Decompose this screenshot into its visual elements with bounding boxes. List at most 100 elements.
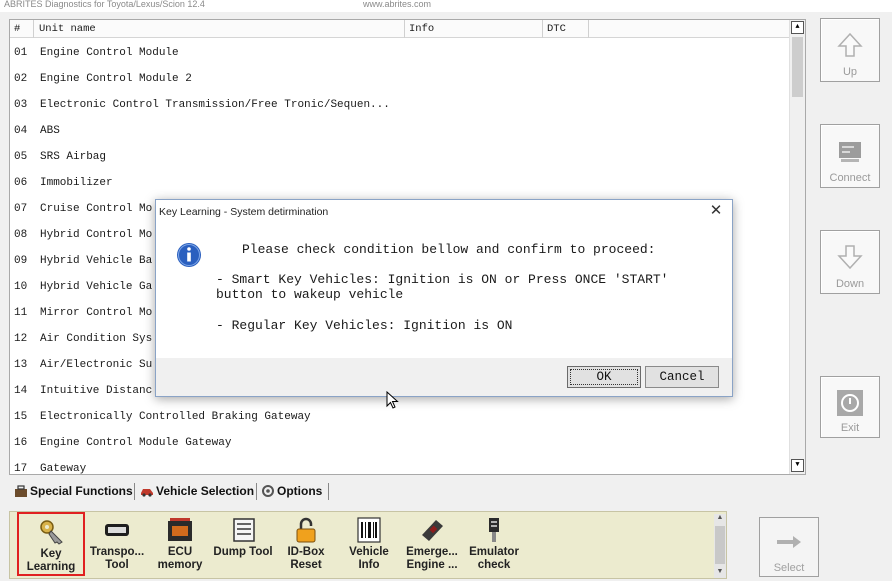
barcode-icon [357, 517, 381, 543]
row-unit-name: Immobilizer [40, 177, 113, 189]
row-number: 17 [14, 463, 28, 475]
row-number: 14 [14, 385, 28, 397]
exit-button[interactable]: Exit [820, 376, 880, 438]
up-button[interactable]: Up [820, 18, 880, 82]
window-title: ABRITES Diagnostics for Toyota/Lexus/Sci… [4, 0, 205, 9]
special-functions-toolbar: Key Learning Transpo... Tool ECU memory … [9, 511, 727, 579]
scroll-down-arrow-icon[interactable]: ▼ [791, 459, 804, 472]
row-number: 04 [14, 125, 28, 137]
column-header-unit-name[interactable]: Unit name [35, 20, 405, 38]
row-unit-name: SRS Airbag [40, 151, 107, 163]
scroll-up-arrow-icon[interactable]: ▲ [714, 514, 726, 521]
dialog-body: Please check condition bellow and confir… [156, 228, 732, 358]
dialog-smart-key-condition: - Smart Key Vehicles: Ignition is ON or … [216, 272, 669, 302]
padlock-icon [296, 517, 316, 543]
dialog-message: Please check condition bellow and confir… [242, 242, 656, 257]
exit-icon [837, 390, 863, 416]
row-unit-name: Hybrid Vehicle Ga [40, 281, 153, 293]
dump-tool-button[interactable]: Dump Tool [211, 512, 275, 578]
transponder-tool-button[interactable]: Transpo... Tool [84, 512, 150, 578]
key-learning-button[interactable]: Key Learning [17, 512, 85, 576]
tab-divider [256, 483, 257, 500]
car-icon [141, 489, 153, 497]
ecu-icon [168, 518, 192, 541]
tab-label: Special Functions [30, 484, 133, 498]
key-icon [40, 520, 63, 545]
tool-label: Vehicle Info [349, 546, 389, 571]
table-row[interactable]: 05 SRS Airbag [10, 144, 790, 170]
ok-button[interactable]: OK [567, 366, 641, 388]
table-row[interactable]: 16 Engine Control Module Gateway [10, 430, 790, 456]
table-row[interactable]: 01 Engine Control Module [10, 40, 790, 66]
up-arrow-icon [837, 32, 863, 57]
tool-label: ECU memory [157, 546, 203, 571]
tool-label: Key Learning [26, 548, 76, 573]
ecu-memory-button[interactable]: ECU memory [147, 512, 213, 578]
row-number: 08 [14, 229, 28, 241]
row-number: 15 [14, 411, 28, 423]
key-learning-dialog: Key Learning - System detirmination ✕ Pl… [155, 199, 733, 397]
tab-vehicle-selection[interactable]: Vehicle Selection [138, 480, 254, 502]
tab-options[interactable]: Options [259, 480, 322, 502]
row-unit-name: Mirror Control Mo [40, 307, 153, 319]
dialog-title: Key Learning - System detirmination [159, 206, 329, 218]
row-unit-name: Electronically Controlled Braking Gatewa… [40, 411, 311, 423]
row-unit-name: Hybrid Vehicle Ba [40, 255, 153, 267]
emergency-key-icon [422, 520, 443, 541]
chip-icon [233, 518, 255, 542]
emulator-check-button[interactable]: Emulator check [461, 512, 527, 578]
select-button-label: Select [773, 562, 805, 574]
row-unit-name: Hybrid Control Mo [40, 229, 153, 241]
cancel-button[interactable]: Cancel [645, 366, 719, 388]
id-box-reset-button[interactable]: ID-Box Reset [273, 512, 339, 578]
table-row[interactable]: 02 Engine Control Module 2 [10, 66, 790, 92]
row-unit-name: Intuitive Distanc [40, 385, 153, 397]
emergency-engine-button[interactable]: Emerge... Engine ... [399, 512, 465, 578]
row-unit-name: Air/Electronic Su [40, 359, 153, 371]
tab-divider [328, 483, 329, 500]
tool-label: Transpo... Tool [89, 546, 145, 571]
vehicle-info-button[interactable]: Vehicle Info [336, 512, 402, 578]
row-number: 11 [14, 307, 28, 319]
toolbar-scrollbar[interactable]: ▲ ▼ [714, 514, 726, 578]
tab-special-functions[interactable]: Special Functions [12, 480, 133, 502]
row-unit-name: Engine Control Module [40, 47, 179, 59]
tool-label: Dump Tool [213, 546, 273, 558]
tab-label: Vehicle Selection [156, 484, 255, 498]
tool-label: Emulator check [469, 546, 519, 571]
connect-button[interactable]: Connect [820, 124, 880, 188]
down-arrow-icon [837, 245, 863, 270]
scrollbar-thumb[interactable] [792, 37, 803, 97]
table-row[interactable]: 15 Electronically Controlled Braking Gate… [10, 404, 790, 430]
table-row[interactable]: 03 Electronic Control Transmission/Free T… [10, 92, 790, 118]
row-number: 05 [14, 151, 28, 163]
connect-icon [839, 142, 861, 162]
row-unit-name: Gateway [40, 463, 87, 475]
table-row[interactable]: 06 Immobilizer [10, 170, 790, 196]
up-button-label: Up [842, 66, 858, 78]
row-number: 13 [14, 359, 28, 371]
column-header-info[interactable]: Info [405, 20, 543, 38]
row-number: 02 [14, 73, 28, 85]
row-unit-name: Electronic Control Transmission/Free Tro… [40, 99, 390, 111]
tool-label: ID-Box Reset [287, 546, 325, 571]
row-number: 03 [14, 99, 28, 111]
scroll-up-arrow-icon[interactable]: ▲ [791, 21, 804, 34]
gear-icon [262, 485, 274, 497]
list-scrollbar[interactable]: ▲ ▼ [789, 20, 805, 474]
row-unit-name: ABS [40, 125, 60, 137]
select-button[interactable]: Select [759, 517, 819, 577]
window-titlebar: ABRITES Diagnostics for Toyota/Lexus/Sci… [0, 0, 892, 12]
down-button[interactable]: Down [820, 230, 880, 294]
info-icon [177, 243, 201, 267]
scroll-down-arrow-icon[interactable]: ▼ [714, 568, 726, 575]
dialog-footer: OK Cancel [156, 358, 732, 396]
select-arrow-icon [777, 536, 801, 548]
column-header-dtc[interactable]: DTC [543, 20, 589, 38]
close-icon[interactable]: ✕ [706, 202, 726, 222]
scrollbar-thumb[interactable] [715, 526, 725, 564]
table-row[interactable]: 04 ABS [10, 118, 790, 144]
row-number: 01 [14, 47, 28, 59]
column-header-number[interactable]: # [10, 20, 34, 38]
table-row[interactable]: 17 Gateway [10, 456, 790, 475]
